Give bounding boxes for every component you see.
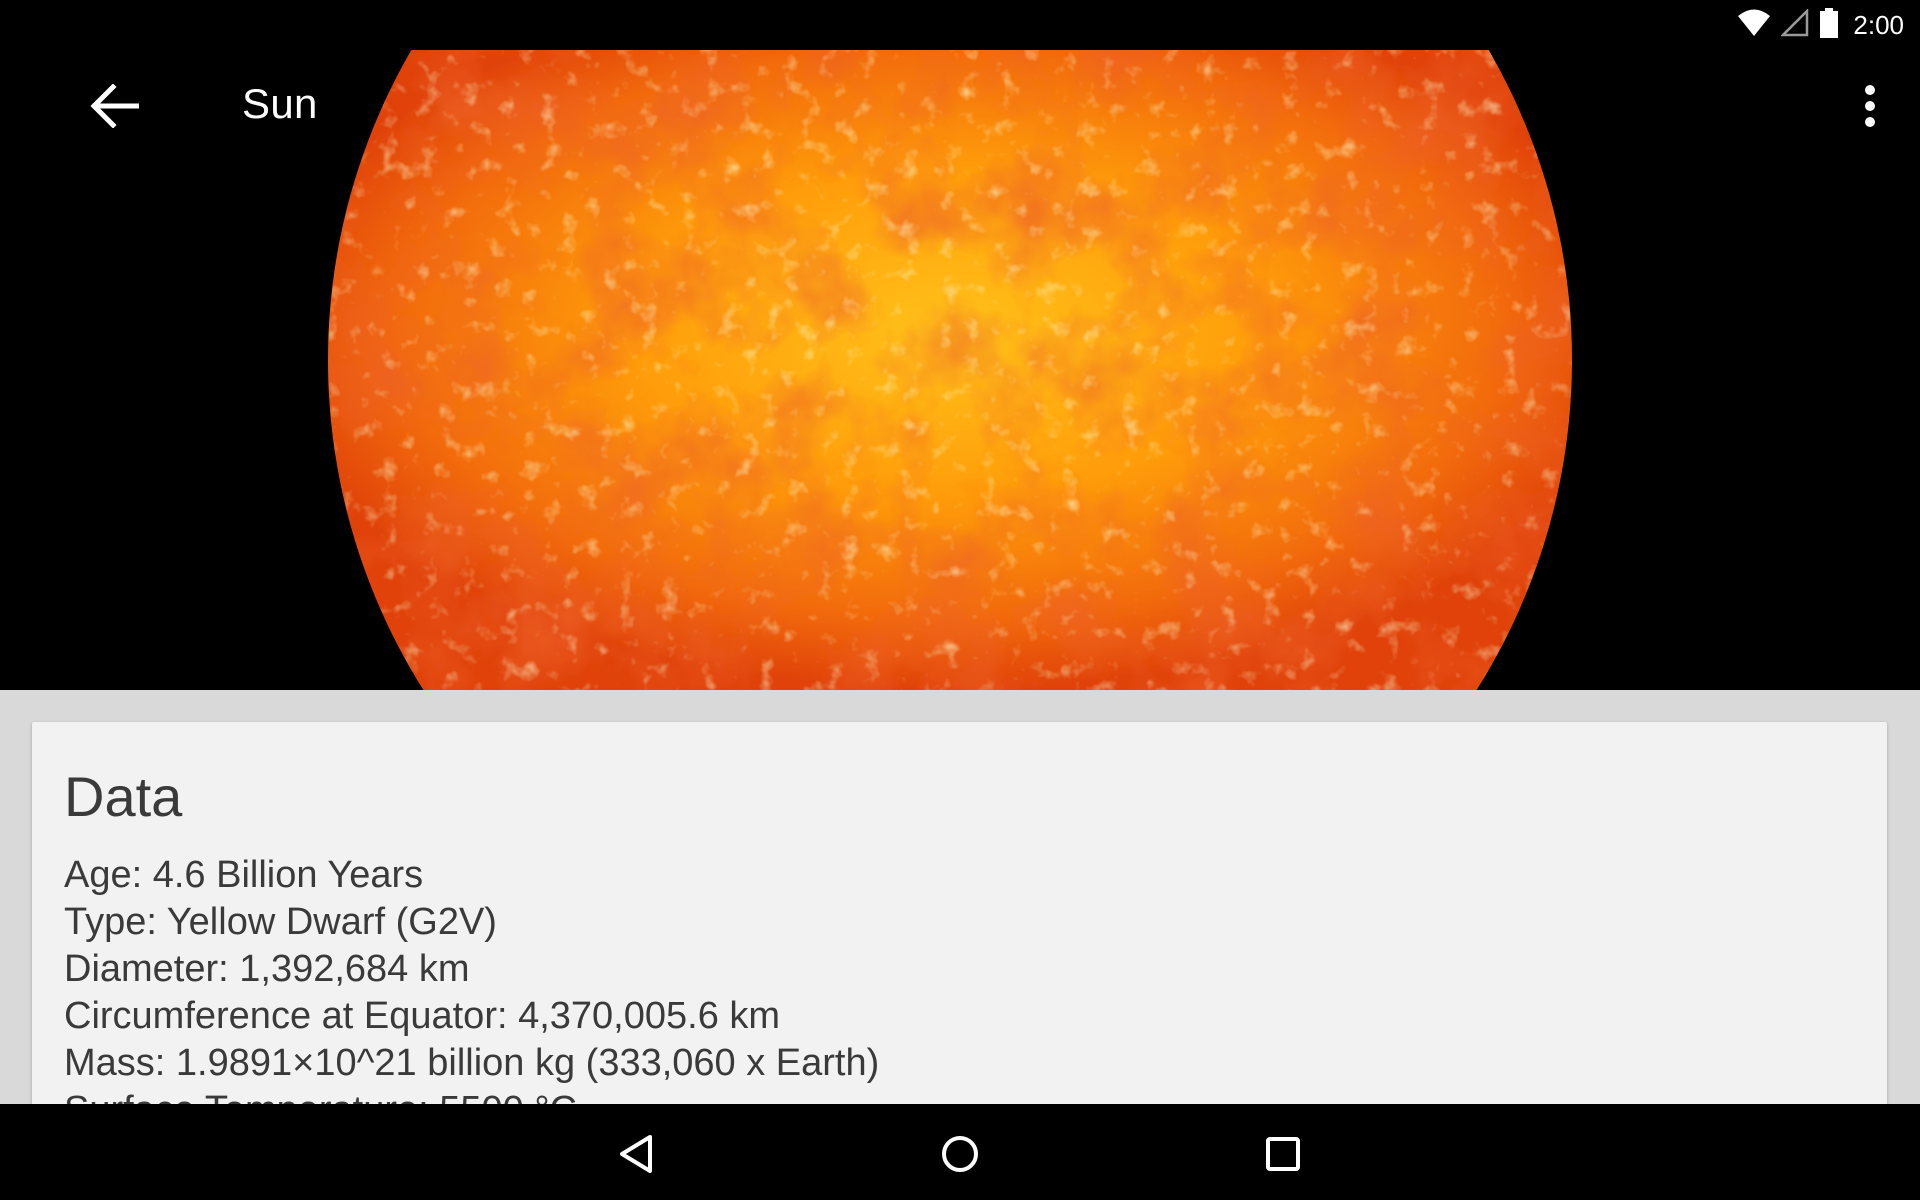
content-area[interactable]: Data Age: 4.6 Billion Years Type: Yellow…: [0, 690, 1920, 1104]
back-button[interactable]: [80, 78, 148, 134]
fact-circumference: Circumference at Equator: 4,370,005.6 km: [64, 995, 781, 1037]
fact-mass: Mass: 1.9891×10^21 billion kg (333,060 x…: [64, 1042, 880, 1084]
wifi-icon: [1737, 9, 1771, 42]
recents-square-icon: [1266, 1137, 1300, 1171]
nav-back-button[interactable]: [606, 1124, 666, 1184]
home-circle-icon: [942, 1136, 978, 1172]
arrow-back-icon: [90, 84, 139, 128]
overflow-menu-button[interactable]: [1844, 72, 1896, 140]
navigation-bar: [0, 1104, 1920, 1200]
more-vert-icon: [1865, 85, 1875, 127]
fact-age: Age: 4.6 Billion Years: [64, 854, 424, 896]
app-screen: 2:00 Sun Data Age: 4.6 Billion Years Typ…: [0, 0, 1920, 1200]
page-title: Sun: [242, 80, 318, 127]
toolbar: Sun: [0, 50, 1920, 164]
cell-signal-icon: [1780, 7, 1809, 42]
fact-surface-temperature: Surface Temperature: 5500 °C: [64, 1087, 879, 1104]
back-triangle-icon: [620, 1135, 652, 1173]
status-time: 2:00: [1853, 9, 1904, 40]
status-bar: 2:00: [0, 0, 1920, 50]
data-card: Data Age: 4.6 Billion Years Type: Yellow…: [32, 722, 1887, 1104]
nav-recents-button[interactable]: [1253, 1124, 1313, 1184]
nav-home-button[interactable]: [930, 1124, 990, 1184]
fact-list: Age: 4.6 Billion Years Type: Yellow Dwar…: [64, 852, 879, 1104]
card-title: Data: [64, 765, 183, 828]
fact-type: Type: Yellow Dwarf (G2V): [64, 901, 497, 943]
battery-icon: [1819, 7, 1839, 43]
fact-diameter: Diameter: 1,392,684 km: [64, 948, 470, 990]
